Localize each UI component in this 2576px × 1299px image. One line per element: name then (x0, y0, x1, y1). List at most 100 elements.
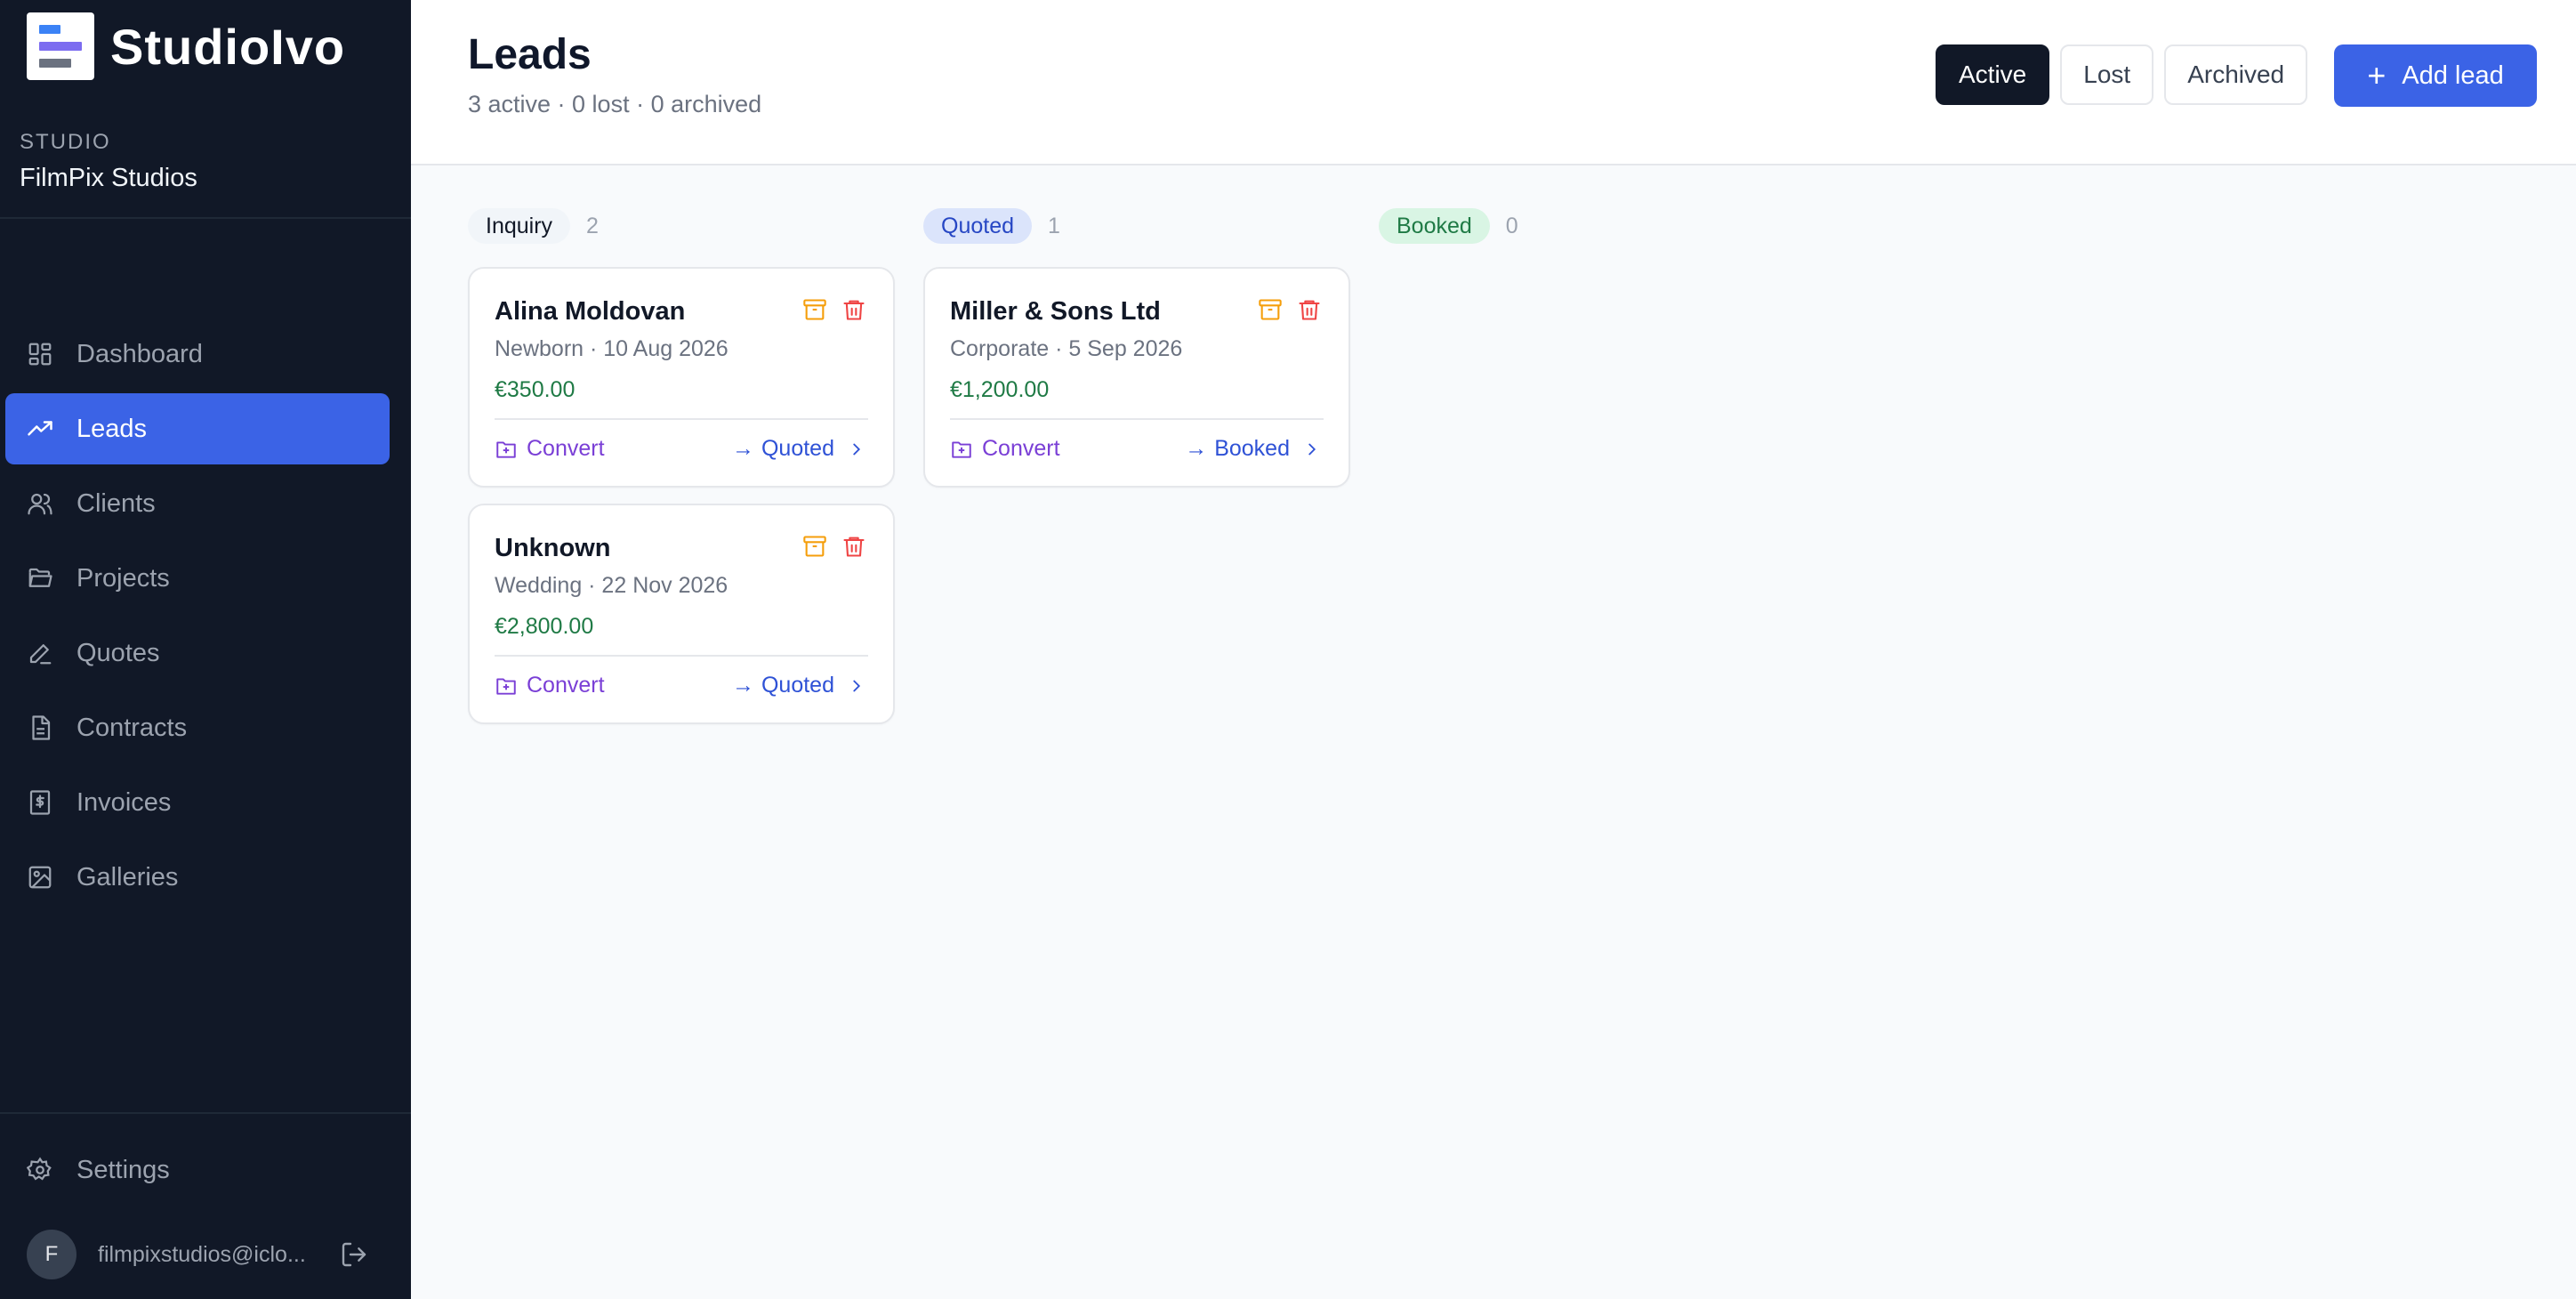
move-stage-button[interactable]: → Quoted (732, 436, 866, 462)
convert-label: Convert (527, 436, 605, 461)
add-lead-label: Add lead (2402, 61, 2504, 90)
filter-active-button[interactable]: Active (1936, 44, 2050, 105)
user-email: filmpixstudios@iclo... (98, 1241, 306, 1267)
sidebar-item-leads[interactable]: Leads (5, 393, 390, 464)
sidebar-nav: Dashboard Leads Clients Projects Quotes (5, 319, 390, 916)
move-stage-button[interactable]: → Booked (1185, 436, 1322, 462)
logout-icon[interactable] (340, 1240, 368, 1269)
add-lead-button[interactable]: + Add lead (2334, 44, 2537, 107)
arrow-right-icon: → (1185, 436, 1208, 461)
sidebar-item-label: Galleries (76, 862, 179, 892)
chevron-right-icon (847, 676, 866, 696)
sidebar-item-label: Dashboard (76, 339, 203, 368)
chevron-right-icon (847, 440, 866, 459)
trash-icon[interactable] (1297, 297, 1322, 322)
archive-icon[interactable] (802, 534, 827, 559)
convert-button[interactable]: Convert (950, 436, 1060, 462)
avatar[interactable]: F (27, 1230, 76, 1279)
convert-button[interactable]: Convert (495, 436, 605, 462)
convert-button[interactable]: Convert (495, 673, 605, 698)
column-header: Inquiry 2 (468, 208, 895, 244)
arrow-right-icon: → (731, 673, 754, 698)
stage-count: 0 (1505, 213, 1518, 238)
column-booked: Booked 0 (1379, 208, 1806, 267)
sidebar-item-label: Settings (76, 1155, 170, 1184)
sidebar: StudioIvo STUDIO FilmPix Studios Dashboa… (0, 0, 411, 1299)
pen-icon (27, 640, 53, 666)
sidebar-divider (0, 217, 411, 219)
lead-meta: Wedding · 22 Nov 2026 (495, 573, 729, 598)
card-divider (495, 418, 868, 420)
lead-meta: Corporate · 5 Sep 2026 (950, 336, 1183, 361)
page-header: Leads 3 active · 0 lost · 0 archived Act… (411, 0, 2576, 165)
users-icon (27, 490, 53, 517)
sidebar-item-label: Invoices (76, 787, 172, 817)
move-stage-button[interactable]: → Quoted (732, 673, 866, 698)
sidebar-item-label: Quotes (76, 638, 160, 667)
image-icon (27, 864, 53, 891)
sidebar-item-label: Leads (76, 414, 148, 443)
trash-icon[interactable] (841, 534, 866, 559)
sidebar-item-clients[interactable]: Clients (5, 468, 390, 539)
status-filter: Active Lost Archived (1936, 44, 2318, 105)
lead-price: €350.00 (495, 377, 576, 402)
lead-price: €1,200.00 (950, 377, 1050, 402)
convert-label: Convert (527, 673, 605, 698)
card-divider (950, 418, 1324, 420)
page-title: Leads (468, 31, 592, 78)
filter-archived-button[interactable]: Archived (2164, 44, 2308, 105)
studio-name: FilmPix Studios (20, 164, 197, 192)
stage-badge: Quoted (923, 208, 1033, 244)
gear-icon (27, 1157, 53, 1183)
archive-icon[interactable] (802, 297, 827, 322)
receipt-icon (27, 789, 53, 816)
lead-name: Alina Moldovan (495, 297, 686, 326)
stage-badge: Booked (1379, 208, 1490, 244)
brand-name: StudioIvo (110, 18, 346, 75)
studio-label: STUDIO (20, 130, 111, 154)
stage-count: 2 (586, 213, 599, 238)
dashboard-icon (27, 341, 53, 367)
folder-plus-icon (950, 438, 973, 461)
lead-name: Unknown (495, 534, 611, 562)
plus-icon: + (2367, 57, 2387, 93)
sidebar-item-projects[interactable]: Projects (5, 543, 390, 614)
sidebar-item-settings[interactable]: Settings (5, 1134, 390, 1206)
sidebar-item-dashboard[interactable]: Dashboard (5, 319, 390, 390)
column-header: Quoted 1 (923, 208, 1350, 244)
brand[interactable]: StudioIvo (27, 12, 345, 80)
convert-label: Convert (982, 436, 1060, 461)
sidebar-item-galleries[interactable]: Galleries (5, 842, 390, 913)
folder-icon (27, 565, 53, 592)
lead-meta: Newborn · 10 Aug 2026 (495, 336, 729, 361)
sidebar-item-contracts[interactable]: Contracts (5, 692, 390, 763)
sidebar-item-label: Contracts (76, 713, 188, 742)
folder-plus-icon (495, 438, 518, 461)
lead-card[interactable]: Miller & Sons Ltd Corporate · 5 Sep 2026… (923, 267, 1350, 488)
lead-name: Miller & Sons Ltd (950, 297, 1161, 326)
card-divider (495, 655, 868, 657)
arrow-right-icon: → (731, 436, 754, 461)
logo-icon (27, 12, 94, 80)
stage-count: 1 (1048, 213, 1060, 238)
trending-up-icon (27, 416, 53, 442)
sidebar-item-quotes[interactable]: Quotes (5, 617, 390, 689)
lead-price: €2,800.00 (495, 614, 594, 639)
next-stage-label: Quoted (761, 436, 834, 461)
sidebar-settings: Settings (5, 1134, 390, 1209)
sidebar-divider (0, 1112, 411, 1114)
sidebar-item-label: Clients (76, 488, 156, 518)
archive-icon[interactable] (1258, 297, 1283, 322)
document-icon (27, 714, 53, 741)
page-subtitle: 3 active · 0 lost · 0 archived (468, 91, 762, 117)
column-quoted: Quoted 1 Miller & Sons Ltd Corporate · 5… (923, 208, 1350, 504)
trash-icon[interactable] (841, 297, 866, 322)
lead-card[interactable]: Unknown Wedding · 22 Nov 2026 €2,800.00 … (468, 504, 895, 724)
lead-card[interactable]: Alina Moldovan Newborn · 10 Aug 2026 €35… (468, 267, 895, 488)
next-stage-label: Quoted (761, 673, 834, 698)
sidebar-item-invoices[interactable]: Invoices (5, 767, 390, 838)
user-account: F filmpixstudios@iclo... (27, 1230, 391, 1279)
filter-lost-button[interactable]: Lost (2060, 44, 2154, 105)
next-stage-label: Booked (1214, 436, 1290, 461)
chevron-right-icon (1302, 440, 1322, 459)
